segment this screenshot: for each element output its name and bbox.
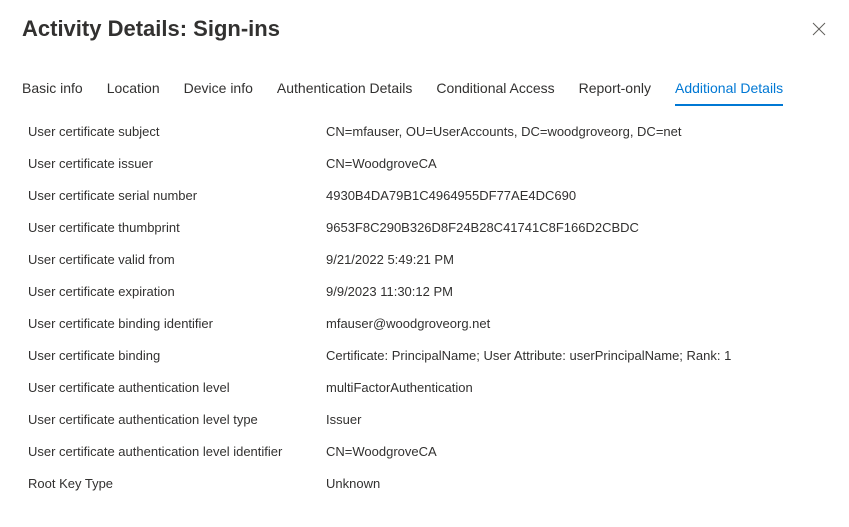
detail-label: User certificate authentication level id… <box>28 443 326 461</box>
tab-basic-info[interactable]: Basic info <box>22 80 83 106</box>
detail-label: User certificate thumbprint <box>28 219 326 237</box>
detail-value: 9653F8C290B326D8F24B28C41741C8F166D2CBDC <box>326 219 827 237</box>
tab-additional-details[interactable]: Additional Details <box>675 80 783 106</box>
pane-header: Activity Details: Sign-ins <box>0 0 849 52</box>
detail-value: mfauser@woodgroveorg.net <box>326 315 827 333</box>
detail-value: CN=WoodgroveCA <box>326 155 827 173</box>
close-button[interactable] <box>811 21 827 37</box>
tab-device-info[interactable]: Device info <box>184 80 253 106</box>
detail-value: CN=WoodgroveCA <box>326 443 827 461</box>
detail-value: 9/9/2023 11:30:12 PM <box>326 283 827 301</box>
tab-bar: Basic info Location Device info Authenticat… <box>0 80 849 106</box>
detail-value: CN=mfauser, OU=UserAccounts, DC=woodgrov… <box>326 123 827 141</box>
detail-label: User certificate authentication level ty… <box>28 411 326 429</box>
detail-label: User certificate serial number <box>28 187 326 205</box>
detail-row: User certificate issuerCN=WoodgroveCA <box>28 148 827 180</box>
detail-value: Issuer <box>326 411 827 429</box>
tab-conditional-access[interactable]: Conditional Access <box>436 80 554 106</box>
detail-label: Root Key Type <box>28 475 326 493</box>
detail-value: 4930B4DA79B1C4964955DF77AE4DC690 <box>326 187 827 205</box>
detail-row: User certificate thumbprint9653F8C290B32… <box>28 212 827 244</box>
detail-row: User certificate authentication level ty… <box>28 404 827 436</box>
detail-row: User certificate serial number4930B4DA79… <box>28 180 827 212</box>
detail-value: 9/21/2022 5:49:21 PM <box>326 251 827 269</box>
detail-label: User certificate valid from <box>28 251 326 269</box>
detail-row: Root Key TypeUnknown <box>28 468 827 500</box>
detail-label: User certificate issuer <box>28 155 326 173</box>
detail-row: User certificate authentication levelmul… <box>28 372 827 404</box>
tab-location[interactable]: Location <box>107 80 160 106</box>
detail-value: Certificate: PrincipalName; User Attribu… <box>326 347 827 365</box>
detail-label: User certificate authentication level <box>28 379 326 397</box>
detail-row: User certificate authentication level id… <box>28 436 827 468</box>
close-icon <box>812 22 826 36</box>
detail-value: multiFactorAuthentication <box>326 379 827 397</box>
tab-authentication-details[interactable]: Authentication Details <box>277 80 412 106</box>
detail-label: User certificate subject <box>28 123 326 141</box>
detail-row: User certificate binding identifiermfaus… <box>28 308 827 340</box>
tab-report-only[interactable]: Report-only <box>579 80 651 106</box>
detail-label: User certificate binding identifier <box>28 315 326 333</box>
detail-row: User certificate bindingCertificate: Pri… <box>28 340 827 372</box>
detail-row: User certificate expiration9/9/2023 11:3… <box>28 276 827 308</box>
page-title: Activity Details: Sign-ins <box>22 16 280 42</box>
detail-label: User certificate expiration <box>28 283 326 301</box>
details-content: User certificate subjectCN=mfauser, OU=U… <box>0 106 849 500</box>
detail-value: Unknown <box>326 475 827 493</box>
detail-row: User certificate valid from9/21/2022 5:4… <box>28 244 827 276</box>
detail-row: User certificate subjectCN=mfauser, OU=U… <box>28 116 827 148</box>
detail-label: User certificate binding <box>28 347 326 365</box>
